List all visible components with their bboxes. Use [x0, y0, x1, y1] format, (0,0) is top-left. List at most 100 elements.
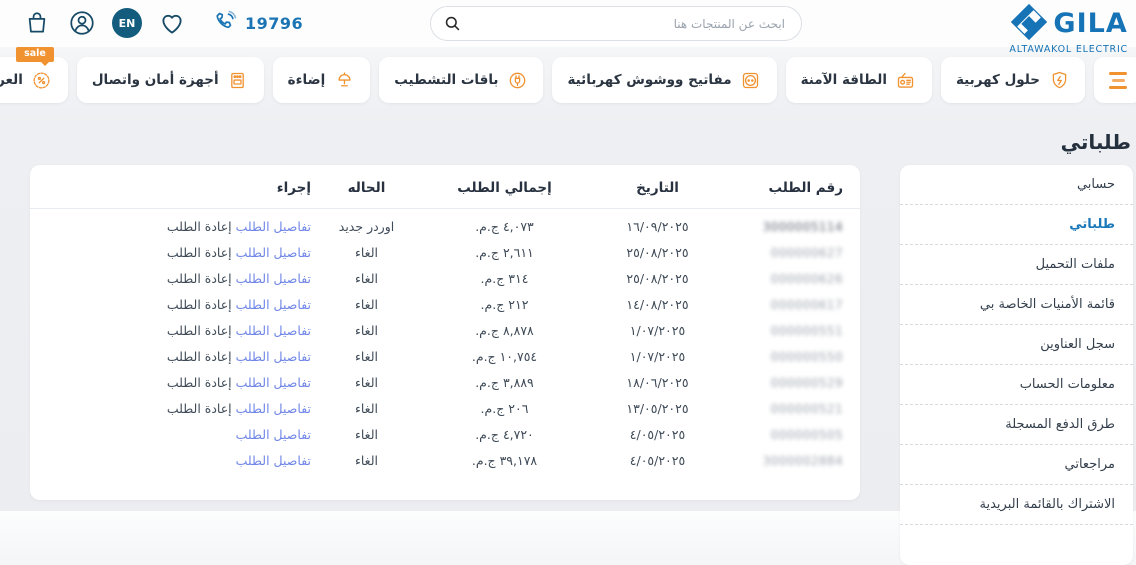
- order-details-link[interactable]: تفاصيل الطلب: [236, 453, 311, 468]
- sidebar-item[interactable]: مراجعاتي: [900, 445, 1133, 485]
- nav-item-label: حلول كهربية: [955, 72, 1040, 88]
- column-header: التاريخ: [591, 165, 724, 209]
- lamp-icon: [333, 69, 355, 91]
- order-date: ٤/٠٥/٢٠٢٥: [629, 427, 686, 442]
- order-total: ٢١٢ ج.م.: [480, 297, 529, 312]
- language-toggle-button[interactable]: EN: [112, 8, 142, 38]
- order-total: ٢٠٦ ج.م.: [480, 401, 529, 416]
- reorder-link[interactable]: إعادة الطلب: [167, 219, 232, 234]
- order-status: الغاء: [355, 427, 378, 442]
- order-row: 000000521 ١٣/٠٥/٢٠٢٥ ٢٠٦ ج.م. الغاء تفاصيل ا…: [30, 396, 860, 422]
- reorder-link[interactable]: إعادة الطلب: [167, 375, 232, 390]
- order-status: الغاء: [355, 401, 378, 416]
- column-header: الحاله: [315, 165, 418, 209]
- nav-item[interactable]: الطاقة الآمنة: [785, 57, 932, 103]
- order-date: ١/٠٧/٢٠٢٥: [629, 323, 686, 338]
- order-details-link[interactable]: تفاصيل الطلب: [236, 401, 311, 416]
- search-input[interactable]: [430, 6, 802, 41]
- sidebar-item[interactable]: الاشتراك بالقائمة البريدية: [900, 485, 1133, 525]
- top-header: EN 19796 ابحث عن المنتجات هنا GILA ALTAW…: [0, 0, 1136, 55]
- intercom-icon: [227, 69, 249, 91]
- wishlist-heart-icon[interactable]: [157, 8, 187, 38]
- order-details-link[interactable]: تفاصيل الطلب: [236, 349, 311, 364]
- nav-item[interactable]: مفاتيح ووشوش كهربائية: [552, 57, 777, 103]
- logo-subtitle: ALTAWAKOL ELECTRIC: [1009, 44, 1128, 55]
- order-status: الغاء: [355, 453, 378, 468]
- nav-item-label: العروض: [0, 72, 23, 88]
- nav-item-label: الطاقة الآمنة: [800, 72, 887, 88]
- site-logo[interactable]: GILA ALTAWAKOL ELECTRIC: [1009, 2, 1128, 55]
- order-details-link[interactable]: تفاصيل الطلب: [236, 245, 311, 260]
- order-row: 000000626 ٢٥/٠٨/٢٠٢٥ ٣١٤ ج.م. الغاء تفاصيل ا…: [30, 266, 860, 292]
- cart-bag-icon[interactable]: [22, 8, 52, 38]
- sidebar-item[interactable]: قائمة الأمنيات الخاصة بي: [900, 285, 1133, 325]
- order-status: اوردر جديد: [338, 219, 395, 234]
- reorder-link[interactable]: إعادة الطلب: [167, 401, 232, 416]
- order-number: 000000550: [770, 350, 843, 364]
- menu-button[interactable]: [1094, 57, 1136, 103]
- sidebar-item[interactable]: ملفات التحميل: [900, 245, 1133, 285]
- account-sidebar: حسابي طلباتي ملفات التحميل قائمة الأمنيات ا…: [900, 165, 1133, 565]
- order-details-link[interactable]: تفاصيل الطلب: [236, 375, 311, 390]
- reorder-link[interactable]: إعادة الطلب: [167, 323, 232, 338]
- hamburger-icon: [1109, 71, 1127, 75]
- plug-icon: [506, 69, 528, 91]
- nav-item[interactable]: باقات التشطيب: [379, 57, 544, 103]
- socket-icon: [740, 69, 762, 91]
- order-date: ١٤/٠٨/٢٠٢٥: [626, 297, 689, 312]
- order-number: 000000626: [770, 272, 843, 286]
- hotline[interactable]: 19796: [214, 9, 303, 37]
- order-status: الغاء: [355, 245, 378, 260]
- order-number: 000000505: [770, 428, 843, 442]
- order-details-link[interactable]: تفاصيل الطلب: [236, 323, 311, 338]
- order-total: ١٠,٧٥٤ ج.م.: [471, 349, 538, 364]
- nav-item[interactable]: حلول كهربية: [940, 57, 1085, 103]
- power-device-icon: [895, 69, 917, 91]
- nav-item[interactable]: أجهزة أمان واتصال: [76, 57, 264, 103]
- order-number: 000000627: [770, 246, 843, 260]
- account-user-icon[interactable]: [67, 8, 97, 38]
- order-number: 000000529: [770, 376, 843, 390]
- order-total: ٣٩,١٧٨ ج.م.: [471, 453, 538, 468]
- nav-item[interactable]: العروض sale: [0, 47, 68, 103]
- order-total: ٤,٠٧٣ ج.م.: [475, 219, 534, 234]
- sidebar-item[interactable]: معلومات الحساب: [900, 365, 1133, 405]
- reorder-link[interactable]: إعادة الطلب: [167, 271, 232, 286]
- category-nav: حلول كهربية الطاقة الآمنة مفاتيح ووشوش كهر…: [0, 47, 1136, 103]
- nav-item-label: مفاتيح ووشوش كهربائية: [567, 72, 732, 88]
- order-total: ٨,٨٧٨ ج.م.: [475, 323, 534, 338]
- order-total: ٢,٦١١ ج.م.: [475, 245, 534, 260]
- order-date: ٢٥/٠٨/٢٠٢٥: [626, 245, 689, 260]
- reorder-link[interactable]: إعادة الطلب: [167, 245, 232, 260]
- nav-item-label: أجهزة أمان واتصال: [91, 72, 219, 88]
- order-details-link[interactable]: تفاصيل الطلب: [236, 219, 311, 234]
- phone-number: 19796: [245, 13, 304, 33]
- sidebar-item[interactable]: طرق الدفع المسجلة: [900, 405, 1133, 445]
- shield-bolt-icon: [1048, 69, 1070, 91]
- orders-table: رقم الطلب التاريخ إجمالي الطلب الحاله إجراء …: [30, 165, 860, 474]
- order-status: الغاء: [355, 349, 378, 364]
- reorder-link[interactable]: إعادة الطلب: [167, 297, 232, 312]
- order-details-link[interactable]: تفاصيل الطلب: [236, 427, 311, 442]
- column-header: رقم الطلب: [724, 165, 860, 209]
- order-date: ١٣/٠٥/٢٠٢٥: [626, 401, 689, 416]
- sidebar-item[interactable]: سجل العناوين: [900, 325, 1133, 365]
- order-date: ١/٠٧/٢٠٢٥: [629, 349, 686, 364]
- orders-card: رقم الطلب التاريخ إجمالي الطلب الحاله إجراء …: [30, 165, 860, 500]
- header-icons: EN 19796: [22, 8, 303, 38]
- order-row: 000000627 ٢٥/٠٨/٢٠٢٥ ٢,٦١١ ج.م. الغاء تفاصيل…: [30, 240, 860, 266]
- nav-item[interactable]: إضاءة: [272, 57, 371, 103]
- order-number: 000000521: [770, 402, 843, 416]
- sidebar-item[interactable]: حسابي: [900, 165, 1133, 205]
- column-header: إجراء: [30, 165, 315, 209]
- order-details-link[interactable]: تفاصيل الطلب: [236, 271, 311, 286]
- reorder-link[interactable]: إعادة الطلب: [167, 349, 232, 364]
- order-row: 000000551 ١/٠٧/٢٠٢٥ ٨,٨٧٨ ج.م. الغاء تفاصيل …: [30, 318, 860, 344]
- order-status: الغاء: [355, 297, 378, 312]
- order-details-link[interactable]: تفاصيل الطلب: [236, 297, 311, 312]
- phone-icon: [214, 9, 238, 37]
- logo-text: GILA: [1053, 8, 1128, 39]
- sidebar-item[interactable]: طلباتي: [900, 205, 1133, 245]
- order-row: 000000505 ٤/٠٥/٢٠٢٥ ٤,٧٢٠ ج.م. الغاء تفاصيل …: [30, 422, 860, 448]
- column-header: إجمالي الطلب: [418, 165, 591, 209]
